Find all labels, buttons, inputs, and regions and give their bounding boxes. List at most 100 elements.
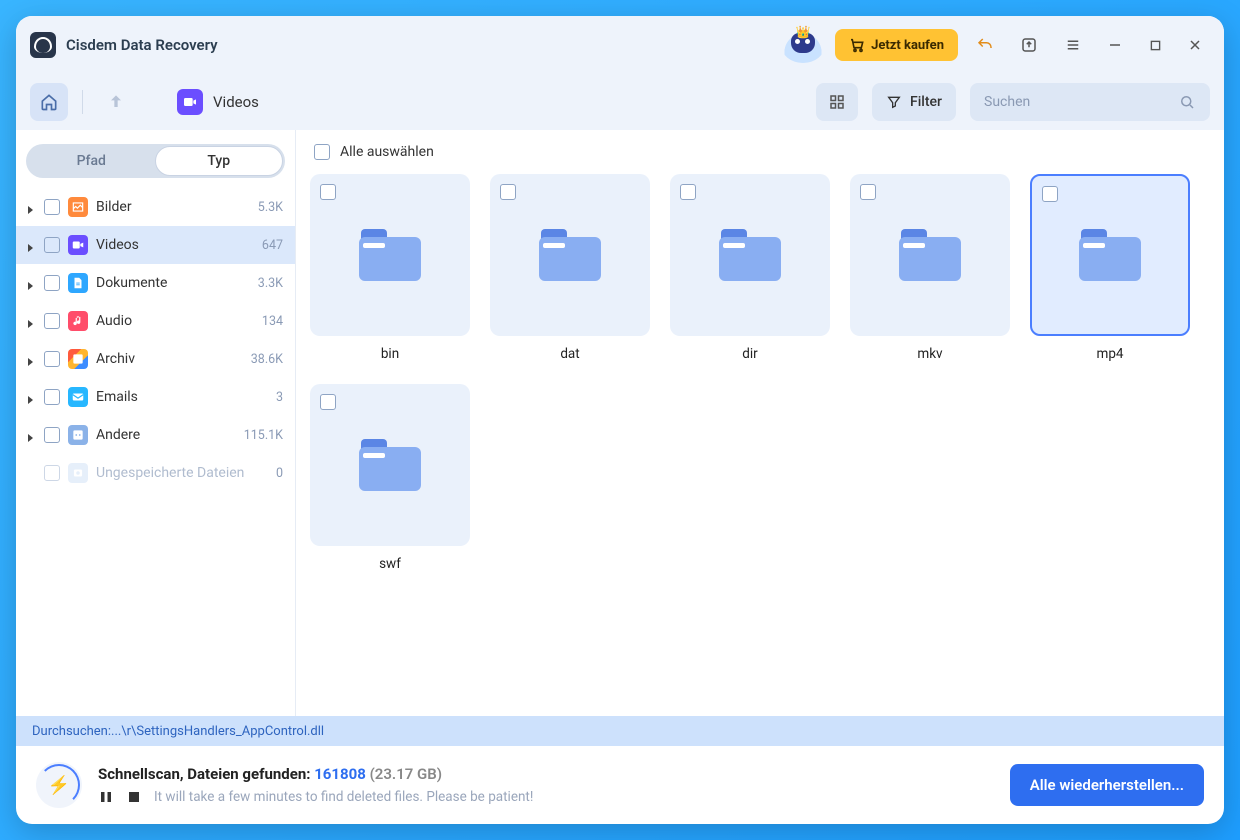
export-icon (1020, 36, 1038, 54)
category-checkbox[interactable] (44, 351, 60, 367)
sidebar-item-andere[interactable]: Andere 115.1K (16, 416, 295, 454)
category-label: Archiv (96, 351, 243, 367)
app-window: Cisdem Data Recovery Jetzt kaufen (16, 16, 1224, 824)
sidebar-item-bilder[interactable]: Bilder 5.3K (16, 188, 295, 226)
stop-button[interactable] (126, 789, 142, 805)
home-icon (39, 92, 59, 112)
mail-icon (68, 387, 88, 407)
main-area: Pfad Typ Bilder 5.3K Videos 647 Dokument… (16, 130, 1224, 716)
folder-checkbox[interactable] (860, 184, 876, 200)
folder-tile[interactable] (1030, 174, 1190, 336)
sidebar-item-dokumente[interactable]: Dokumente 3.3K (16, 264, 295, 302)
recover-all-button[interactable]: Alle wiederherstellen... (1010, 764, 1204, 806)
folder-tile[interactable] (310, 384, 470, 546)
folder-tile[interactable] (490, 174, 650, 336)
expand-caret-icon[interactable] (24, 277, 36, 289)
footer: ⚡ Schnellscan, Dateien gefunden: 161808 … (16, 746, 1224, 824)
up-button[interactable] (97, 83, 135, 121)
select-all-row[interactable]: Alle auswählen (296, 130, 1224, 174)
home-button[interactable] (30, 83, 68, 121)
footer-text: Schnellscan, Dateien gefunden: 161808 (2… (98, 765, 994, 805)
folder-name-label: dir (742, 346, 757, 362)
menu-button[interactable] (1056, 28, 1090, 62)
mascot-icon[interactable] (781, 27, 825, 63)
folder-name-label: mkv (917, 346, 942, 362)
expand-caret-icon[interactable] (24, 391, 36, 403)
folder-icon (539, 229, 601, 281)
category-checkbox[interactable] (44, 427, 60, 443)
folder-tile[interactable] (850, 174, 1010, 336)
up-arrow-icon (106, 92, 126, 112)
folder-checkbox[interactable] (500, 184, 516, 200)
select-all-label: Alle auswählen (340, 144, 434, 160)
category-count: 38.6K (251, 352, 283, 367)
folder-name-label: bin (381, 346, 399, 362)
category-checkbox[interactable] (44, 237, 60, 253)
export-button[interactable] (1012, 28, 1046, 62)
category-checkbox[interactable] (44, 199, 60, 215)
undo-button[interactable] (968, 28, 1002, 62)
folder-checkbox[interactable] (680, 184, 696, 200)
category-count: 3.3K (258, 276, 283, 291)
pause-button[interactable] (98, 789, 114, 805)
expand-caret-icon[interactable] (24, 239, 36, 251)
category-label: Videos (96, 237, 254, 253)
expand-caret-icon[interactable] (24, 315, 36, 327)
app-logo-icon (30, 32, 56, 58)
category-label: Emails (96, 389, 268, 405)
maximize-button[interactable] (1140, 30, 1170, 60)
sidebar: Pfad Typ Bilder 5.3K Videos 647 Dokument… (16, 130, 296, 716)
category-checkbox[interactable] (44, 465, 60, 481)
expand-caret-icon[interactable] (24, 429, 36, 441)
category-count: 134 (262, 314, 283, 329)
sidebar-item-audio[interactable]: Audio 134 (16, 302, 295, 340)
folder-checkbox[interactable] (320, 394, 336, 410)
unsaved-icon (68, 463, 88, 483)
undo-icon (976, 36, 994, 54)
titlebar: Cisdem Data Recovery Jetzt kaufen (16, 16, 1224, 74)
cart-icon (849, 37, 865, 53)
folder-swf[interactable]: swf (310, 384, 470, 572)
expand-caret-icon[interactable] (24, 201, 36, 213)
tab-type[interactable]: Typ (155, 146, 284, 176)
minimize-icon (1109, 39, 1121, 51)
expand-caret-icon[interactable] (24, 353, 36, 365)
folder-dat[interactable]: dat (490, 174, 650, 362)
folder-tile[interactable] (310, 174, 470, 336)
sidebar-item-emails[interactable]: Emails 3 (16, 378, 295, 416)
folder-tile[interactable] (670, 174, 830, 336)
category-label: Andere (96, 427, 236, 443)
sidebar-item-videos[interactable]: Videos 647 (16, 226, 295, 264)
doc-icon (68, 273, 88, 293)
search-field[interactable] (970, 83, 1210, 121)
category-checkbox[interactable] (44, 313, 60, 329)
summary-size: (23.17 GB) (370, 765, 443, 783)
select-all-checkbox[interactable] (314, 144, 330, 160)
view-mode-button[interactable] (816, 83, 858, 121)
folder-checkbox[interactable] (320, 184, 336, 200)
category-checkbox[interactable] (44, 275, 60, 291)
category-count: 115.1K (244, 428, 283, 443)
search-icon (1178, 93, 1196, 111)
sidebar-item-unsaved[interactable]: Ungespeicherte Dateien 0 (16, 454, 295, 492)
grid-icon (828, 93, 846, 111)
archive-icon (68, 349, 88, 369)
folder-checkbox[interactable] (1042, 186, 1058, 202)
search-input[interactable] (984, 94, 1170, 110)
folder-mkv[interactable]: mkv (850, 174, 1010, 362)
videos-category-icon (177, 89, 203, 115)
folder-grid: bin dat dir mkv mp4 swf (296, 174, 1224, 716)
folder-bin[interactable]: bin (310, 174, 470, 362)
close-button[interactable] (1180, 30, 1210, 60)
category-checkbox[interactable] (44, 389, 60, 405)
breadcrumb-label: Videos (213, 93, 259, 111)
buy-button[interactable]: Jetzt kaufen (835, 29, 958, 61)
tab-path[interactable]: Pfad (28, 146, 155, 176)
sidebar-item-archiv[interactable]: Archiv 38.6K (16, 340, 295, 378)
filter-button[interactable]: Filter (872, 83, 956, 121)
category-count: 0 (276, 466, 283, 481)
content-area: Alle auswählen bin dat dir mkv mp4 (296, 130, 1224, 716)
folder-dir[interactable]: dir (670, 174, 830, 362)
minimize-button[interactable] (1100, 30, 1130, 60)
folder-mp4[interactable]: mp4 (1030, 174, 1190, 362)
